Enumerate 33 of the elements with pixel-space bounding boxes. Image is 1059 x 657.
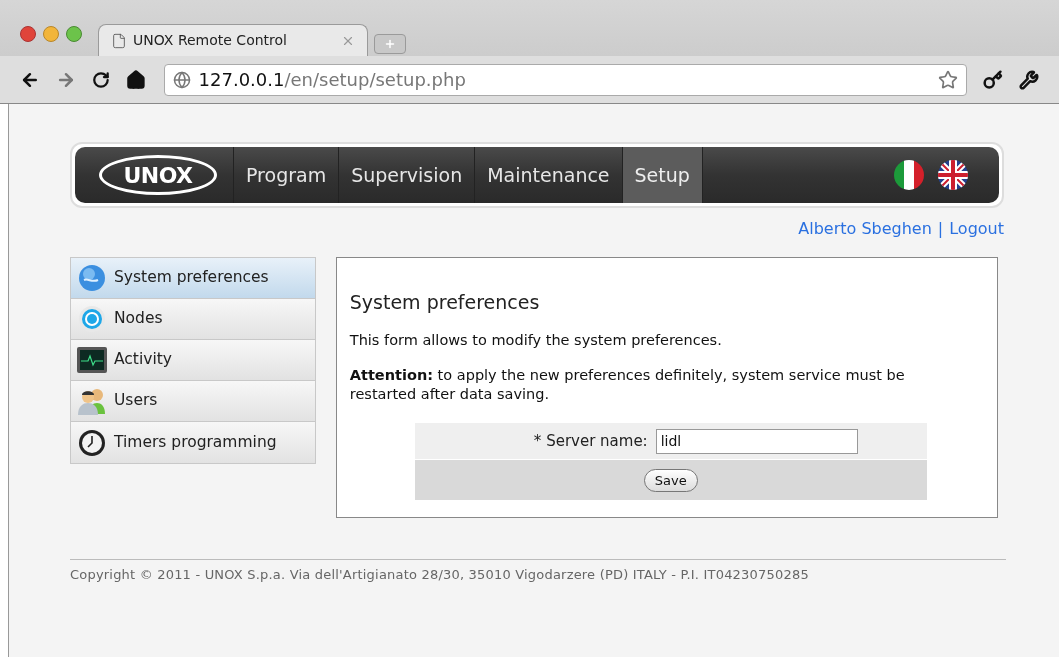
heartbeat-monitor-icon bbox=[76, 346, 108, 374]
page-icon bbox=[111, 32, 127, 49]
server-name-field[interactable]: lidl bbox=[655, 428, 858, 454]
nav-tab[interactable]: Program bbox=[233, 147, 339, 203]
italian-flag-icon[interactable] bbox=[893, 159, 925, 191]
sidebar-item[interactable]: System preferences bbox=[71, 258, 315, 299]
reload-icon[interactable] bbox=[91, 70, 110, 89]
nav-tab[interactable]: Maintenance bbox=[474, 147, 622, 203]
logout-link[interactable]: Logout bbox=[949, 217, 1004, 241]
user-name-link[interactable]: Alberto Sbeghen bbox=[798, 217, 932, 241]
address-bar[interactable]: 127.0.0.1/en/setup/setup.php bbox=[163, 63, 968, 96]
browser-tab[interactable]: UNOX Remote Control bbox=[98, 24, 368, 56]
zoom-window-icon[interactable] bbox=[66, 26, 82, 42]
bookmark-star-icon[interactable] bbox=[938, 69, 959, 90]
close-window-icon[interactable] bbox=[20, 26, 36, 42]
home-icon[interactable] bbox=[125, 69, 146, 90]
separator-text: | bbox=[937, 218, 944, 240]
plus-icon bbox=[384, 38, 396, 50]
copyright-text: Copyright © 2011 - UNOX S.p.a. Via dell'Artigianato 28/30, 35010 Vigodarzere (PD) ITALY - P.I. IT04230750285 bbox=[70, 566, 810, 584]
unox-logo[interactable]: UNOX bbox=[99, 155, 217, 195]
users-icon bbox=[76, 386, 108, 416]
server-name-label: * Server name: bbox=[533, 431, 648, 452]
url-text: 127.0.0.1/en/setup/setup.php bbox=[198, 68, 467, 92]
uk-flag-icon[interactable] bbox=[937, 159, 969, 191]
nav-tab[interactable]: Supervision bbox=[338, 147, 475, 203]
section-title: System preferences bbox=[349, 290, 541, 315]
intro-text: This form allows to modify the system preferences. bbox=[349, 330, 723, 350]
attention-text: Attention: to apply the new preferences definitely, system service must be restarted after data saving. bbox=[349, 366, 906, 405]
save-button[interactable]: Save bbox=[643, 468, 698, 492]
nav-tab[interactable]: Setup bbox=[621, 147, 702, 203]
key-icon[interactable] bbox=[983, 69, 1004, 90]
wrench-icon[interactable] bbox=[1019, 69, 1039, 90]
clock-icon bbox=[78, 428, 106, 457]
